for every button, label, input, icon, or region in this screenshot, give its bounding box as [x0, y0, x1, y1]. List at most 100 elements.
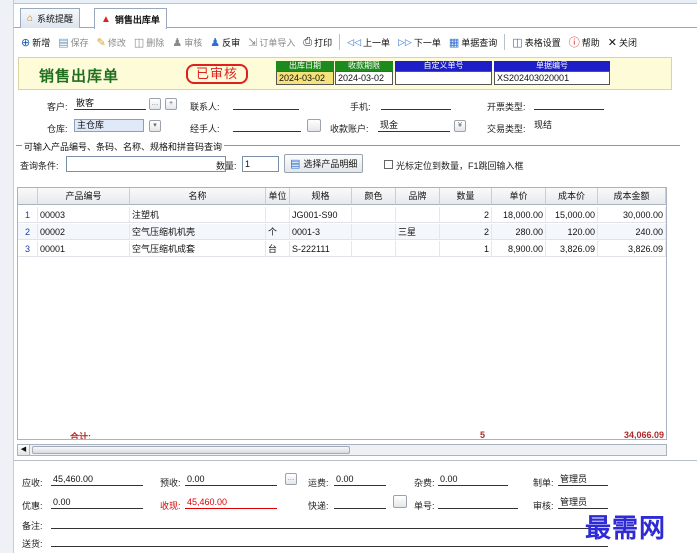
unaudit-button[interactable]: ♟ 反审 [207, 32, 243, 52]
page-title: 销售出库单 [39, 68, 120, 85]
invoice-type-input[interactable] [534, 98, 604, 110]
collect-date-field: 收款期限 2024-03-02 [335, 61, 393, 85]
remark-input[interactable] [51, 517, 608, 529]
discount-input[interactable]: 0.00 [51, 497, 143, 509]
scroll-thumb[interactable] [32, 446, 350, 454]
table-row[interactable]: 2 00002 空气压缩机机壳 个 0001-3 三星 2 280.00 120… [18, 224, 666, 240]
column-header[interactable]: 单位 [266, 188, 290, 205]
audit-button[interactable]: ♟ 审核 [169, 32, 205, 52]
pencil-icon: ✎ [96, 36, 106, 49]
cursor-locate-text: 光标定位到数量，F1跳回输入框 [396, 161, 524, 171]
horizontal-scrollbar[interactable]: ◀ [17, 444, 667, 456]
tracking-no-input[interactable] [438, 497, 518, 509]
toolbar: ⊕ 新增 ▤ 保存 ✎ 修改 ◫ 删除 ♟ 审核 ♟ 反审 ⇲ 订单导入 ⎙ 打印 ◁◁ 上一单 … [18, 30, 694, 54]
close-button[interactable]: ✕ 关闭 [605, 32, 640, 52]
receivable-label: 应收: [22, 478, 43, 488]
account-picker-button[interactable]: ¥ [454, 120, 466, 132]
maker-value: 管理员 [558, 474, 608, 486]
next-button[interactable]: ▷▷ 下一单 [395, 32, 444, 52]
help-icon: ⓘ [568, 37, 580, 49]
scroll-left-icon[interactable]: ◀ [18, 445, 30, 455]
order-import-button[interactable]: ⇲ 订单导入 [245, 32, 298, 52]
quantity-input[interactable]: 1 [242, 156, 279, 172]
user-check-icon: ♟ [172, 36, 183, 49]
remark-label: 备注: [22, 521, 43, 531]
customer-add-button[interactable]: + [165, 98, 177, 110]
received-label: 收现: [160, 501, 181, 511]
doc-query-button[interactable]: ▦ 单据查询 [446, 32, 500, 52]
maker-label: 制单: [533, 478, 554, 488]
warehouse-picker-button[interactable]: ▾ [149, 120, 161, 132]
out-date-field: 出库日期 2024-03-02 [276, 61, 334, 85]
express-picker-button[interactable] [393, 495, 407, 508]
query-condition-input[interactable] [66, 156, 226, 172]
column-header[interactable]: 数量 [440, 188, 492, 205]
watermark-logo: 最需网 [585, 514, 667, 544]
phone-input[interactable] [381, 98, 451, 110]
tab-sales-outbound[interactable]: ▲ 销售出库单 [94, 8, 167, 29]
freight-input[interactable]: 0.00 [334, 474, 386, 486]
trade-type-label: 交易类型: [487, 124, 526, 134]
table-row[interactable]: 1 00003 注塑机 JG001-S90 2 18,000.00 15,000… [18, 207, 666, 223]
product-query-group: 可输入产品编号、条码、名称、规格和拼音码查询 查询条件: 数量: 1 ▤ 选择产… [16, 140, 680, 181]
column-header[interactable]: 成本价 [546, 188, 598, 205]
column-header[interactable]: 成本金额 [598, 188, 666, 205]
warehouse-select[interactable]: 主仓库 [74, 119, 144, 132]
express-input[interactable] [334, 497, 386, 509]
document-header: 销售出库单 已审核 出库日期 2024-03-02 收款期限 2024-03-0… [18, 57, 672, 90]
toolbar-separator [339, 34, 341, 50]
total-label: 合计: [70, 432, 91, 440]
table-row[interactable]: 3 00001 空气压缩机成套 台 S-222111 1 8,900.00 3,… [18, 241, 666, 257]
column-header[interactable]: 产品编号 [38, 188, 130, 205]
close-icon: ✕ [607, 36, 617, 49]
contact-input[interactable] [233, 98, 299, 110]
cursor-locate-checkbox[interactable] [384, 160, 393, 169]
double-left-icon: ◁◁ [347, 36, 361, 47]
tab-label: 销售出库单 [114, 14, 160, 25]
customer-input[interactable]: 散客 [74, 98, 146, 110]
collect-date-input[interactable]: 2024-03-02 [335, 71, 393, 85]
prev-button[interactable]: ◁◁ 上一单 [344, 32, 393, 52]
tab-bar: ⌂ 系统提醒 ▲ 销售出库单 [14, 6, 697, 29]
collect-date-label: 收款期限 [335, 61, 393, 71]
user-icon: ♟ [210, 36, 221, 49]
edit-button[interactable]: ✎ 修改 [94, 32, 129, 52]
row-number-header [18, 188, 38, 205]
contact-label: 联系人: [190, 102, 220, 112]
column-header[interactable]: 品牌 [396, 188, 440, 205]
prepaid-picker-button[interactable]: … [285, 473, 297, 485]
freight-label: 运费: [308, 478, 329, 488]
basket-icon: ▲ [101, 13, 111, 25]
prepaid-label: 预收: [160, 478, 181, 488]
trade-type-input[interactable]: 现结 [532, 120, 604, 132]
customer-label: 客户: [47, 102, 68, 112]
receivable-input: 45,460.00 [51, 474, 143, 486]
misc-fee-input[interactable]: 0.00 [438, 474, 508, 486]
delivery-input[interactable] [51, 535, 608, 547]
account-input[interactable]: 现金 [378, 120, 450, 132]
column-header[interactable]: 规格 [290, 188, 352, 205]
received-input[interactable]: 45,460.00 [185, 497, 277, 509]
phone-label: 手机: [350, 102, 371, 112]
help-button[interactable]: ⓘ 帮助 [566, 32, 603, 52]
prepaid-input[interactable]: 0.00 [185, 474, 277, 486]
discount-label: 优惠: [22, 501, 43, 511]
out-date-input[interactable]: 2024-03-02 [276, 71, 334, 85]
table-icon: ◫ [512, 36, 523, 49]
tab-system-reminder[interactable]: ⌂ 系统提醒 [20, 8, 81, 28]
column-header[interactable]: 单价 [492, 188, 546, 205]
handler-input[interactable] [233, 120, 301, 132]
table-settings-button[interactable]: ◫ 表格设置 [509, 32, 563, 52]
new-button[interactable]: ⊕ 新增 [18, 32, 53, 52]
column-header[interactable]: 颜色 [352, 188, 396, 205]
save-button[interactable]: ▤ 保存 [55, 32, 91, 52]
select-product-button[interactable]: ▤ 选择产品明细 [284, 154, 364, 173]
column-header[interactable]: 名称 [130, 188, 266, 205]
query-group-title: 可输入产品编号、条码、名称、规格和拼音码查询 [22, 140, 225, 153]
import-icon: ⇲ [248, 36, 258, 49]
print-button[interactable]: ⎙ 打印 [300, 32, 335, 52]
delete-button[interactable]: ◫ 删除 [131, 32, 167, 52]
custom-no-input[interactable] [395, 71, 492, 85]
customer-picker-button[interactable]: … [149, 98, 161, 110]
handler-picker-button[interactable] [307, 119, 321, 132]
